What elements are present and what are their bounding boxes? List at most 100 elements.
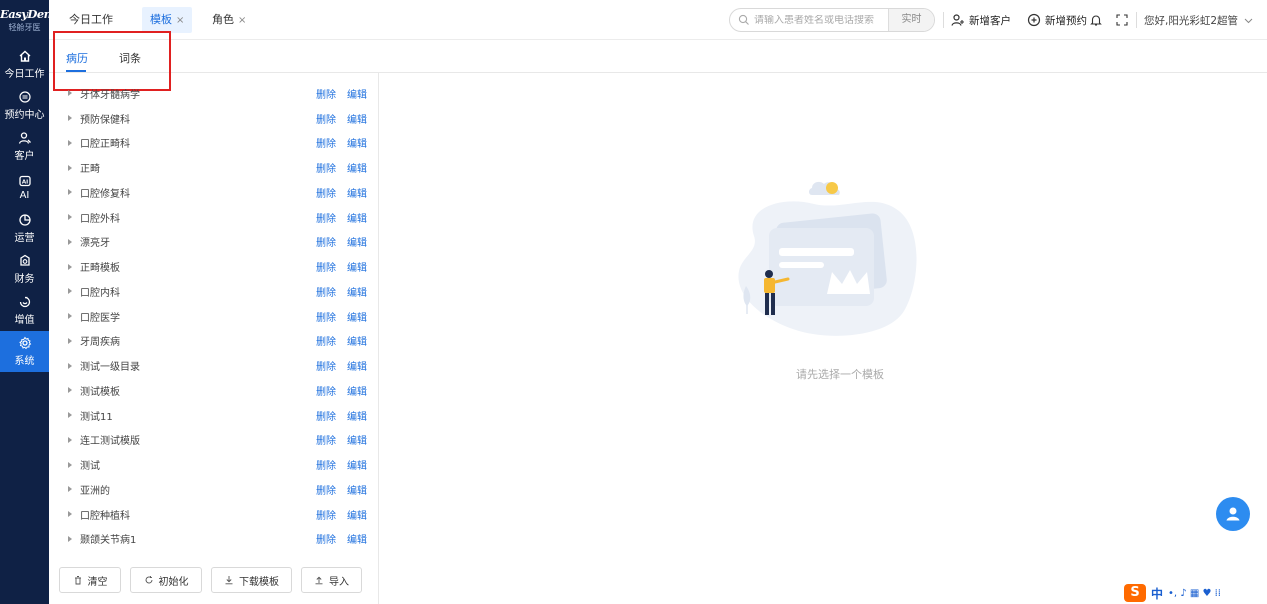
caret-right-icon[interactable] [68, 288, 72, 295]
caret-right-icon[interactable] [68, 486, 72, 493]
template-name[interactable]: 口腔种植科 [80, 507, 130, 522]
sidebar-item-today[interactable]: 今日工作 [0, 44, 49, 85]
delete-link[interactable]: 删除 [316, 358, 336, 373]
download-template-button[interactable]: 下载模板 [211, 567, 292, 593]
caret-right-icon[interactable] [68, 238, 72, 245]
sogou-logo-icon[interactable]: S [1124, 584, 1146, 602]
template-row[interactable]: 正畸模板 删除 编辑 [49, 254, 378, 279]
caret-right-icon[interactable] [68, 313, 72, 320]
template-name[interactable]: 亚洲的 [80, 482, 110, 497]
delete-link[interactable]: 删除 [316, 309, 336, 324]
caret-right-icon[interactable] [68, 387, 72, 394]
search-input[interactable] [754, 14, 888, 26]
fullscreen-button[interactable] [1115, 10, 1133, 30]
edit-link[interactable]: 编辑 [347, 259, 367, 274]
edit-link[interactable]: 编辑 [347, 457, 367, 472]
template-row[interactable]: 口腔修复科 删除 编辑 [49, 180, 378, 205]
delete-link[interactable]: 删除 [316, 432, 336, 447]
template-name[interactable]: 测试 [80, 457, 100, 472]
edit-link[interactable]: 编辑 [347, 210, 367, 225]
template-row[interactable]: 测试 删除 编辑 [49, 452, 378, 477]
delete-link[interactable]: 删除 [316, 383, 336, 398]
close-icon[interactable]: × [176, 15, 184, 26]
template-row[interactable]: 正畸 删除 编辑 [49, 155, 378, 180]
template-row[interactable]: 测试一级目录 删除 编辑 [49, 353, 378, 378]
delete-link[interactable]: 删除 [316, 531, 336, 546]
edit-link[interactable]: 编辑 [347, 284, 367, 299]
edit-link[interactable]: 编辑 [347, 507, 367, 522]
edit-link[interactable]: 编辑 [347, 160, 367, 175]
template-name[interactable]: 口腔正畸科 [80, 135, 130, 150]
close-icon[interactable]: × [238, 15, 246, 26]
template-row[interactable]: 牙体牙髓病学 删除 编辑 [49, 81, 378, 106]
ime-language-toggle[interactable]: 中 [1151, 585, 1163, 602]
caret-right-icon[interactable] [68, 436, 72, 443]
delete-link[interactable]: 删除 [316, 234, 336, 249]
template-row[interactable]: 口腔内科 删除 编辑 [49, 279, 378, 304]
subtab-entries[interactable]: 词条 [119, 50, 141, 66]
template-name[interactable]: 颞颌关节病1 [80, 531, 136, 546]
caret-right-icon[interactable] [68, 164, 72, 171]
sidebar-item-ai[interactable]: AI AI [0, 167, 49, 208]
delete-link[interactable]: 删除 [316, 284, 336, 299]
delete-link[interactable]: 删除 [316, 185, 336, 200]
sidebar-item-appointments[interactable]: 预约中心 [0, 85, 49, 126]
template-row[interactable]: 漂亮牙 删除 编辑 [49, 230, 378, 255]
caret-right-icon[interactable] [68, 461, 72, 468]
template-name[interactable]: 口腔外科 [80, 210, 120, 225]
edit-link[interactable]: 编辑 [347, 111, 367, 126]
edit-link[interactable]: 编辑 [347, 333, 367, 348]
template-row[interactable]: 测试11 删除 编辑 [49, 403, 378, 428]
template-name[interactable]: 口腔修复科 [80, 185, 130, 200]
clear-button[interactable]: 清空 [59, 567, 121, 593]
edit-link[interactable]: 编辑 [347, 135, 367, 150]
customer-service-button[interactable] [1216, 497, 1250, 531]
edit-link[interactable]: 编辑 [347, 185, 367, 200]
template-name[interactable]: 口腔内科 [80, 284, 120, 299]
template-name[interactable]: 测试模板 [80, 383, 120, 398]
tab-roles[interactable]: 角色 × [204, 7, 254, 33]
sidebar-item-operations[interactable]: 运营 [0, 208, 49, 249]
caret-right-icon[interactable] [68, 362, 72, 369]
delete-link[interactable]: 删除 [316, 482, 336, 497]
template-row[interactable]: 口腔正畸科 删除 编辑 [49, 131, 378, 156]
edit-link[interactable]: 编辑 [347, 309, 367, 324]
caret-right-icon[interactable] [68, 115, 72, 122]
delete-link[interactable]: 删除 [316, 408, 336, 423]
realtime-search-button[interactable]: 实时 [888, 9, 934, 31]
edit-link[interactable]: 编辑 [347, 86, 367, 101]
sidebar-item-system[interactable]: 系统 [0, 331, 49, 372]
caret-right-icon[interactable] [68, 511, 72, 518]
new-appointment-button[interactable]: 新增预约 [1027, 10, 1087, 30]
delete-link[interactable]: 删除 [316, 457, 336, 472]
template-row[interactable]: 口腔外科 删除 编辑 [49, 205, 378, 230]
edit-link[interactable]: 编辑 [347, 432, 367, 447]
sidebar-item-value-added[interactable]: 增值 [0, 290, 49, 331]
ime-tools-icon[interactable]: •, ♪ ▦ ♥ ⁞⁞ [1168, 588, 1221, 599]
template-name[interactable]: 测试一级目录 [80, 358, 140, 373]
template-row[interactable]: 亚洲的 删除 编辑 [49, 477, 378, 502]
edit-link[interactable]: 编辑 [347, 234, 367, 249]
caret-right-icon[interactable] [68, 189, 72, 196]
template-name[interactable]: 漂亮牙 [80, 234, 110, 249]
caret-right-icon[interactable] [68, 90, 72, 97]
template-name[interactable]: 牙体牙髓病学 [80, 86, 140, 101]
delete-link[interactable]: 删除 [316, 507, 336, 522]
tab-today[interactable]: 今日工作 [61, 7, 121, 33]
template-name[interactable]: 预防保健科 [80, 111, 130, 126]
import-button[interactable]: 导入 [301, 567, 362, 593]
template-row[interactable]: 口腔医学 删除 编辑 [49, 304, 378, 329]
caret-right-icon[interactable] [68, 535, 72, 542]
edit-link[interactable]: 编辑 [347, 383, 367, 398]
template-row[interactable]: 连工测试模版 删除 编辑 [49, 428, 378, 453]
edit-link[interactable]: 编辑 [347, 358, 367, 373]
caret-right-icon[interactable] [68, 214, 72, 221]
caret-right-icon[interactable] [68, 412, 72, 419]
edit-link[interactable]: 编辑 [347, 482, 367, 497]
template-name[interactable]: 测试11 [80, 408, 113, 423]
template-name[interactable]: 牙周疾病 [80, 333, 120, 348]
template-row[interactable]: 测试模板 删除 编辑 [49, 378, 378, 403]
template-name[interactable]: 正畸 [80, 160, 100, 175]
template-row[interactable]: 口腔种植科 删除 编辑 [49, 502, 378, 527]
edit-link[interactable]: 编辑 [347, 408, 367, 423]
